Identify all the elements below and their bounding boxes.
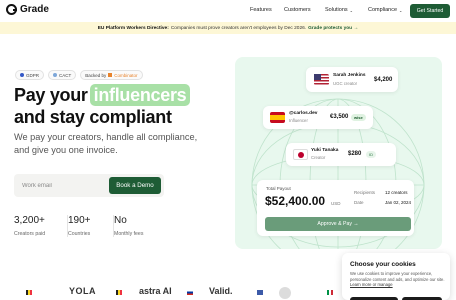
- wise-badge: wise: [351, 114, 366, 121]
- cact-badge: CACT: [48, 70, 77, 80]
- gdpr-badge: GDPR: [15, 70, 45, 80]
- announcement-banner[interactable]: EU Platform Workers Directive: Companies…: [0, 22, 456, 34]
- backed-by-badge: Backed by Combinator: [80, 70, 143, 80]
- flag-icon: [116, 290, 122, 295]
- flag-icon: [187, 290, 193, 295]
- nav-link-features[interactable]: Features: [250, 7, 272, 13]
- creator-role: Influencer: [289, 118, 308, 123]
- nav-link-compliance-label: Compliance: [368, 7, 398, 13]
- flag-icon: [257, 290, 263, 295]
- logo-valid: Valid.: [209, 286, 233, 296]
- creator-amount: $4,200: [374, 77, 393, 83]
- hero-title-pre: Pay your: [14, 85, 88, 105]
- recipients-label: Recipients: [354, 190, 376, 195]
- cookie-title: Choose your cookies: [350, 261, 416, 268]
- creator-name: Yuki Tanaka: [311, 148, 339, 153]
- nav-link-solutions[interactable]: Solutions ⌄: [325, 7, 353, 13]
- book-demo-button[interactable]: Book a Demo: [109, 177, 161, 194]
- banner-cta-link[interactable]: Grade protects you →: [308, 26, 358, 31]
- creator-name: Sarah Jenkins: [333, 73, 366, 78]
- trust-badges: GDPR CACT Backed by Combinator: [15, 70, 143, 80]
- creator-name: @carlos.dev: [289, 111, 318, 116]
- work-email-input[interactable]: [22, 180, 102, 191]
- stat-value: 3,200+: [14, 215, 45, 226]
- hero-title: Pay your influencers and stay compliant: [14, 84, 191, 128]
- stat-label: Monthly fees: [114, 231, 144, 237]
- stat-label: Countries: [68, 231, 91, 237]
- chevron-down-icon: ⌄: [349, 7, 353, 13]
- stat-countries: 190+ Countries: [68, 215, 114, 237]
- creator-amount: €3,500: [330, 114, 349, 120]
- stat-value: 190+: [68, 215, 91, 226]
- hero-title-post: and stay compliant: [14, 107, 172, 127]
- globe-logo-icon: [279, 287, 291, 299]
- eu-icon: [20, 73, 24, 77]
- payout-amount: $52,400.00: [265, 194, 326, 208]
- nav-link-compliance[interactable]: Compliance ⌄: [368, 7, 402, 13]
- hero-subtitle: We pay your creators, handle all complia…: [14, 132, 198, 155]
- banner-bold: EU Platform Workers Directive:: [97, 25, 169, 31]
- get-started-button[interactable]: Get Started: [410, 4, 450, 18]
- hero-title-highlight: influencers: [89, 84, 191, 106]
- recipients-value: 12 creators: [385, 190, 408, 195]
- stat-value: No: [114, 215, 127, 226]
- top-nav: Grade Features Customers Solutions ⌄ Comp…: [0, 0, 456, 22]
- grade-logo-icon: [6, 4, 17, 15]
- date-row: Date Jan 02, 2024: [354, 200, 411, 205]
- stat-label: Creators paid: [14, 231, 46, 237]
- cookie-text: We use cookies to improve your experienc…: [350, 271, 446, 288]
- date-value: Jan 02, 2024: [385, 200, 412, 205]
- date-label: Date: [354, 200, 364, 205]
- creator-amount: $280: [348, 151, 362, 157]
- spain-flag-icon: [270, 112, 285, 123]
- payout-currency: USD: [331, 201, 341, 206]
- recipients-row: Recipients 12 creators: [354, 190, 408, 195]
- logo-text: Grade: [20, 4, 49, 15]
- backed-by-label: Backed by: [85, 72, 107, 78]
- logo[interactable]: Grade: [6, 4, 49, 15]
- cookie-text-body: We use cookies to improve your experienc…: [350, 271, 445, 282]
- stat-creators: 3,200+ Creators paid: [14, 215, 68, 237]
- payout-label: Total Payout: [266, 186, 291, 191]
- chevron-down-icon: ⌄: [399, 7, 403, 13]
- nav-link-solutions-label: Solutions: [325, 7, 348, 13]
- nav-link-customers[interactable]: Customers: [284, 7, 311, 13]
- cact-badge-label: CACT: [59, 72, 72, 78]
- stat-fees: No Monthly fees: [114, 215, 168, 237]
- banner-text: Companies must prove creators aren't emp…: [170, 25, 307, 31]
- japan-flag-icon: [293, 149, 308, 160]
- y-combinator-icon: [108, 73, 113, 77]
- backed-by-name: Combinator: [114, 72, 138, 78]
- id-badge: ID: [366, 151, 376, 158]
- logo-astra: astra AI: [139, 286, 172, 296]
- cookie-learn-more-link[interactable]: Learn more or manage: [350, 282, 393, 287]
- flag-icon: [26, 290, 32, 295]
- logo-yola: YOLA: [69, 286, 97, 296]
- gdpr-badge-label: GDPR: [26, 72, 40, 78]
- us-flag-icon: [314, 74, 329, 85]
- shield-icon: [53, 73, 58, 77]
- stats-row: 3,200+ Creators paid 190+ Countries No M…: [14, 215, 168, 237]
- creator-role: Creator: [311, 155, 326, 160]
- flag-icon: [327, 290, 333, 295]
- approve-pay-button[interactable]: Approve & Pay →: [265, 217, 411, 231]
- creator-role: UGC creator: [333, 81, 358, 86]
- cookie-dialog: Choose your cookies We use cookies to im…: [342, 253, 450, 300]
